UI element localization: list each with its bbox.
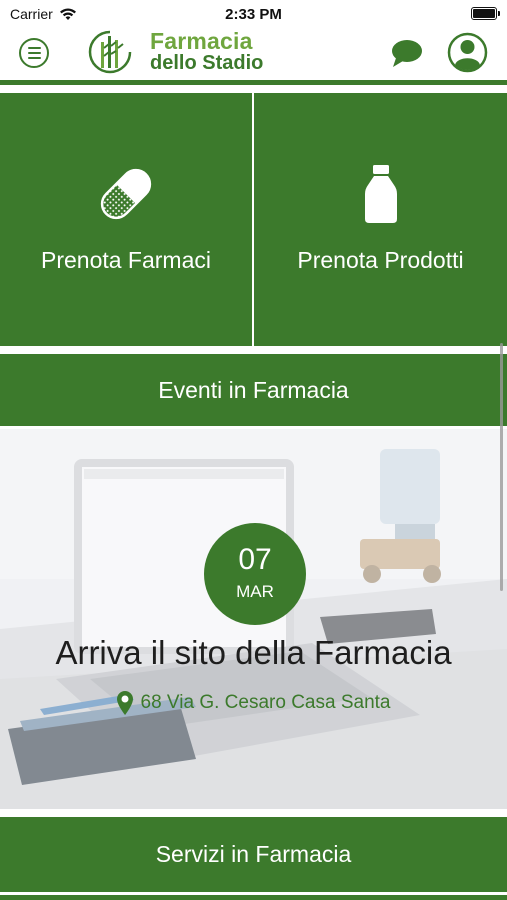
- capsule-icon: [100, 168, 152, 220]
- scrollbar[interactable]: [500, 343, 503, 591]
- section-servizi[interactable]: Servizi in Farmacia: [0, 817, 507, 892]
- chat-icon[interactable]: [390, 36, 424, 70]
- logo-icon: [88, 30, 132, 74]
- logo-title: Farmacia: [150, 28, 253, 54]
- menu-icon[interactable]: [19, 38, 49, 68]
- event-card[interactable]: 07 MAR Arriva il sito della Farmacia 68 …: [0, 429, 507, 809]
- logo-subtitle: dello Stadio: [150, 52, 264, 74]
- event-day: 07: [238, 543, 272, 576]
- bottom-divider: [0, 895, 507, 900]
- event-title: Arriva il sito della Farmacia: [55, 634, 452, 671]
- action-tiles: Prenota Farmaci Prenota Prodotti: [0, 93, 507, 346]
- location-pin-icon: [116, 691, 133, 715]
- section-eventi[interactable]: Eventi in Farmacia: [0, 354, 507, 426]
- battery-icon: [471, 7, 500, 20]
- user-icon[interactable]: [447, 32, 488, 73]
- status-time: 2:33 PM: [225, 6, 282, 23]
- tile-label-prodotti: Prenota Prodotti: [297, 247, 464, 273]
- tile-prenota-farmaci[interactable]: Prenota Farmaci: [0, 93, 252, 346]
- event-date-badge: 07 MAR: [204, 523, 306, 625]
- bottle-icon: [364, 165, 397, 223]
- event-month: MAR: [236, 582, 274, 601]
- status-bar: Carrier 2:33 PM: [0, 0, 507, 28]
- header-divider: [0, 80, 507, 85]
- event-address-text: 68 Via G. Cesaro Casa Santa: [140, 692, 391, 713]
- logo-text: Farmacia dello Stadio: [150, 28, 264, 74]
- tile-label-farmaci: Prenota Farmaci: [40, 247, 211, 273]
- app-header: Farmacia dello Stadio: [0, 28, 507, 80]
- event-address: 68 Via G. Cesaro Casa Santa: [0, 691, 507, 715]
- tile-prenota-prodotti[interactable]: Prenota Prodotti: [254, 93, 507, 346]
